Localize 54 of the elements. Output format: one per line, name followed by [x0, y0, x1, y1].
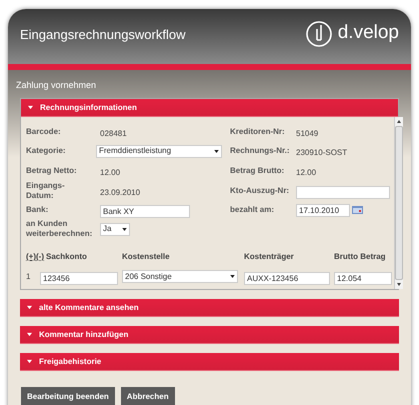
dropdown-arrow-icon: [122, 228, 127, 231]
row-number: 1: [26, 270, 32, 283]
caret-icon: [27, 359, 32, 364]
field-label: Betrag Brutto:: [230, 166, 286, 176]
calendar-icon[interactable]: [352, 206, 363, 214]
field-label: Bank:: [26, 205, 50, 216]
table-input[interactable]: AUXX-123456: [244, 272, 330, 285]
date-field[interactable]: 17.10.2010: [296, 204, 350, 217]
dropdown-arrow-icon: [214, 150, 219, 153]
cost-center-select[interactable]: 206 Sonstige: [122, 270, 238, 284]
section-header[interactable]: Kommentar hinzufügen: [20, 326, 399, 344]
field-label: Kategorie:: [26, 146, 67, 156]
column-header: Kostenträger: [244, 250, 295, 263]
cancel-button[interactable]: Abbrechen: [120, 387, 175, 405]
field-label: Eingangs-Datum:: [26, 180, 66, 201]
logo-icon: [306, 20, 332, 46]
field-label: bezahlt am:: [230, 205, 276, 216]
caret-icon: [28, 105, 33, 110]
window-title: Eingangsrechnungsworkflow: [20, 26, 186, 44]
field-label: Kto-Auszug-Nr:: [230, 186, 290, 196]
section-header[interactable]: alte Kommentare ansehen: [20, 299, 399, 317]
yes-no-select[interactable]: Ja: [100, 222, 130, 236]
field-value: 12.00: [296, 168, 316, 177]
table-input[interactable]: 12.054: [334, 272, 392, 285]
field-label: an Kunden weiterberechnen:: [26, 219, 90, 240]
add-row-link[interactable]: (+): [26, 250, 36, 263]
remove-row-link[interactable]: (-): [36, 250, 44, 263]
field-value: 51049: [296, 128, 318, 138]
column-header: Brutto Betrag: [334, 250, 387, 263]
logo-text: d.velop: [338, 21, 399, 46]
field-value: 23.09.2010: [100, 188, 140, 197]
dropdown-arrow-icon: [230, 275, 235, 278]
field-label: Kreditoren-Nr:: [230, 126, 286, 137]
field-value: 12.00: [100, 168, 120, 177]
caret-icon: [27, 332, 32, 337]
scroll-down-icon: [397, 283, 401, 286]
column-header: Kostenstelle: [122, 250, 171, 263]
field-label: Rechnungs-Nr.:: [230, 146, 290, 156]
category-select[interactable]: Fremddienstleistung: [96, 144, 222, 158]
text-field[interactable]: Bank XY: [100, 205, 190, 218]
scroll-up-icon: [397, 120, 401, 123]
field-label: Betrag Netto:: [26, 166, 78, 176]
table-input[interactable]: 123456: [40, 272, 118, 285]
text-field[interactable]: [296, 186, 390, 199]
scrollbar[interactable]: [394, 117, 403, 289]
finish-button[interactable]: Bearbeitung beenden: [21, 387, 115, 405]
section-header[interactable]: Freigabehistorie: [20, 353, 399, 371]
field-label: Barcode:: [26, 126, 62, 137]
page-subtitle: Zahlung vornehmen: [15, 79, 98, 92]
column-header: Sachkonto: [46, 250, 87, 263]
section-header[interactable]: Rechnungsinformationen: [21, 99, 398, 117]
field-value: 028481: [100, 128, 127, 138]
caret-icon: [27, 305, 32, 310]
field-value: 230910-SOST: [296, 148, 348, 158]
